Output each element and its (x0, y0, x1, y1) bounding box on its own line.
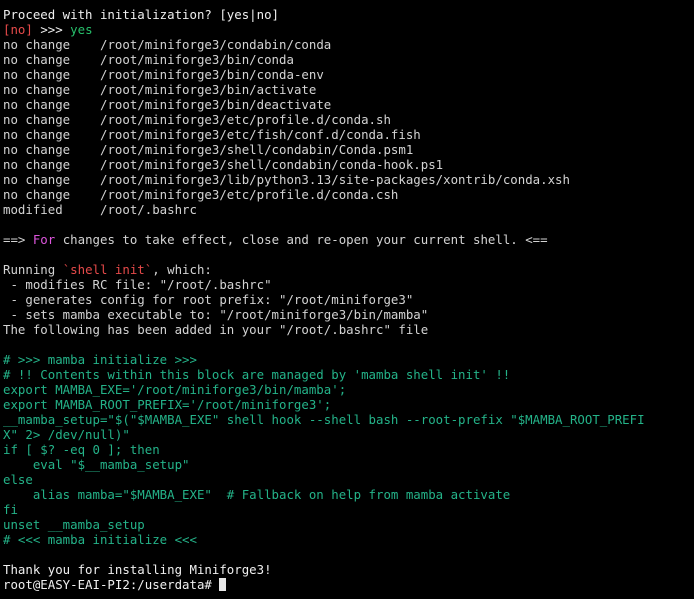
file-changes-list: no change /root/miniforge3/condabin/cond… (3, 37, 694, 217)
change-status: no change (3, 142, 100, 157)
cursor-block[interactable] (219, 578, 227, 591)
bullet-generates-config: - generates config for root prefix: "/ro… (3, 292, 414, 307)
shell-prompt: root@EASY-EAI-PI2:/userdata# (3, 577, 220, 592)
bashrc-setup-line-1: __mamba_setup="$("$MAMBA_EXE" shell hook… (3, 412, 645, 427)
bullet-sets-mamba: - sets mamba executable to: "/root/minif… (3, 307, 429, 322)
change-path: /root/miniforge3/etc/profile.d/conda.csh (99, 187, 399, 202)
bashrc-export-prefix: export MAMBA_ROOT_PREFIX='/root/miniforg… (3, 397, 332, 412)
change-status: modified (3, 202, 100, 217)
terminal-window[interactable]: Proceed with initialization? [yes|no] [n… (0, 0, 694, 599)
added-to-bashrc-line: The following has been added in your "/r… (3, 322, 429, 337)
change-status: no change (3, 187, 100, 202)
file-change-row: no change /root/miniforge3/condabin/cond… (3, 37, 694, 52)
change-path: /root/miniforge3/shell/condabin/Conda.ps… (99, 142, 414, 157)
file-change-row: no change /root/miniforge3/etc/fish/conf… (3, 127, 694, 142)
change-status: no change (3, 157, 100, 172)
file-change-row: no change /root/miniforge3/shell/condabi… (3, 157, 694, 172)
bashrc-else-line: else (3, 472, 33, 487)
file-change-row: no change /root/miniforge3/etc/profile.d… (3, 112, 694, 127)
bashrc-eval-line: eval "$__mamba_setup" (3, 457, 190, 472)
bashrc-comment-start: # >>> mamba initialize >>> (3, 352, 197, 367)
change-path: /root/.bashrc (99, 202, 197, 217)
bashrc-unset-line: unset __mamba_setup (3, 517, 145, 532)
notice-rest: changes to take effect, close and re-ope… (55, 232, 548, 247)
shell-init-command: `shell init` (62, 262, 153, 277)
change-path: /root/miniforge3/etc/profile.d/conda.sh (99, 112, 391, 127)
initialization-question: Proceed with initialization? [yes|no] (3, 7, 694, 22)
bashrc-alias-line: alias mamba="$MAMBA_EXE" # Fallback on h… (3, 487, 511, 502)
bashrc-setup-line-2: X" 2> /dev/null)" (3, 427, 130, 442)
notice-prefix: ==> (3, 232, 33, 247)
bashrc-comment-managed: # !! Contents within this block are mana… (3, 367, 511, 382)
file-change-row: no change /root/miniforge3/bin/conda-env (3, 67, 694, 82)
bashrc-fi-line: fi (3, 502, 18, 517)
thanks-message: Thank you for installing Miniforge3! (3, 562, 272, 577)
answer-value: yes (70, 22, 93, 37)
change-status: no change (3, 37, 100, 52)
notice-line: ==> For changes to take effect, close an… (3, 232, 694, 247)
change-path: /root/miniforge3/bin/conda (99, 52, 294, 67)
change-path: /root/miniforge3/shell/condabin/conda-ho… (99, 157, 444, 172)
default-answer: [no] (3, 22, 33, 37)
change-status: no change (3, 67, 100, 82)
change-path: /root/miniforge3/condabin/conda (99, 37, 332, 52)
file-change-row: no change /root/miniforge3/lib/python3.1… (3, 172, 694, 187)
question-text: Proceed with initialization? [yes|no] (3, 7, 280, 22)
change-status: no change (3, 127, 100, 142)
bashrc-comment-end: # <<< mamba initialize <<< (3, 532, 197, 547)
change-path: /root/miniforge3/bin/deactivate (99, 97, 332, 112)
change-path: /root/miniforge3/etc/fish/conf.d/conda.f… (99, 127, 421, 142)
file-change-row: no change /root/miniforge3/bin/activate (3, 82, 694, 97)
change-status: no change (3, 112, 100, 127)
running-suffix: , which: (152, 262, 212, 277)
notice-for-word: For (32, 232, 56, 247)
running-prefix: Running (3, 262, 63, 277)
running-shell-init-line: Running `shell init`, which: (3, 262, 694, 277)
file-change-row: no change /root/miniforge3/shell/condabi… (3, 142, 694, 157)
file-change-row: no change /root/miniforge3/bin/conda (3, 52, 694, 67)
answer-line: [no] >>> yes (3, 22, 694, 37)
change-status: no change (3, 82, 100, 97)
file-change-row: modified /root/.bashrc (3, 202, 694, 217)
bashrc-export-exe: export MAMBA_EXE='/root/miniforge3/bin/m… (3, 382, 347, 397)
change-status: no change (3, 97, 100, 112)
answer-arrows: >>> (40, 22, 71, 37)
change-path: /root/miniforge3/lib/python3.13/site-pac… (99, 172, 570, 187)
change-path: /root/miniforge3/bin/activate (99, 82, 317, 97)
file-change-row: no change /root/miniforge3/etc/profile.d… (3, 187, 694, 202)
change-status: no change (3, 52, 100, 67)
file-change-row: no change /root/miniforge3/bin/deactivat… (3, 97, 694, 112)
change-path: /root/miniforge3/bin/conda-env (99, 67, 324, 82)
shell-prompt-line[interactable]: root@EASY-EAI-PI2:/userdata# (3, 577, 694, 592)
bullet-modifies-rc: - modifies RC file: "/root/.bashrc" (3, 277, 272, 292)
bashrc-if-line: if [ $? -eq 0 ]; then (3, 442, 160, 457)
change-status: no change (3, 172, 100, 187)
